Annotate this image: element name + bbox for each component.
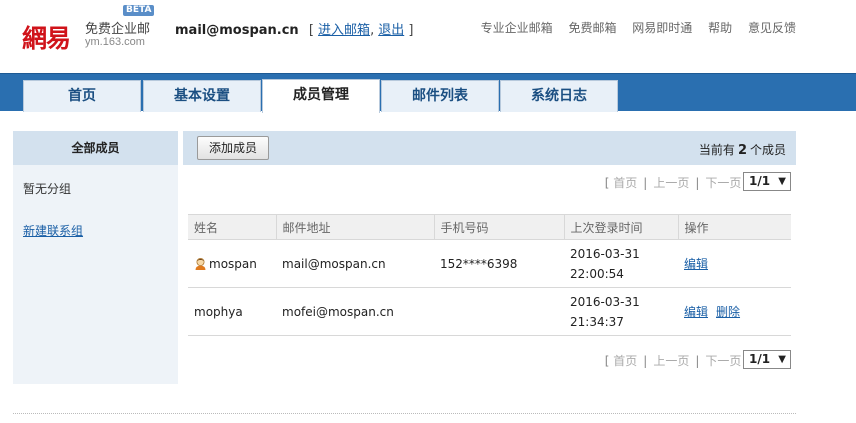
members-table: 姓名 邮件地址 手机号码 上次登录时间 操作 mospan mail@mospa… <box>188 214 791 336</box>
pager-first[interactable]: 首页 <box>613 176 637 190</box>
pager-sep: | <box>695 354 700 368</box>
account-bar: mail@mospan.cn [ 进入邮箱, 退出 ] <box>175 19 413 38</box>
toplink-im[interactable]: 网易即时通 <box>632 21 692 35</box>
count-prefix: 当前有 <box>698 143 735 157</box>
pager-bracket-open: [ <box>604 176 610 190</box>
beta-badge: BETA <box>123 5 155 16</box>
logout-link[interactable]: 退出 <box>378 23 404 38</box>
count-value: 2 <box>737 143 747 158</box>
login-time: 22:00:54 <box>570 266 624 281</box>
logo-mark: 網易 <box>22 24 71 53</box>
toplink-free-mail[interactable]: 免费邮箱 <box>568 21 616 35</box>
login-time: 21:34:37 <box>570 314 624 329</box>
member-count: 当前有 2 个成员 <box>699 141 786 158</box>
admin-user-icon <box>194 257 207 270</box>
account-email: mail@mospan.cn <box>175 23 299 38</box>
member-phone: 152****6398 <box>434 239 564 288</box>
tab-system-log[interactable]: 系统日志 <box>500 80 618 112</box>
logo[interactable]: 網易 BETA 免费企业邮 ym.163.com <box>22 5 162 53</box>
link-separator: , <box>370 23 375 38</box>
sidebar-no-group: 暂无分组 <box>23 182 72 196</box>
pager-sep: | <box>643 354 648 368</box>
table-row: mophya mofei@mospan.cn 2016-03-31 21:34:… <box>188 287 791 336</box>
col-name: 姓名 <box>188 214 277 240</box>
page-select-value: 1/1 <box>749 352 771 366</box>
delete-link[interactable]: 删除 <box>716 305 740 319</box>
bracket-open: [ <box>308 23 314 38</box>
dropdown-arrow-icon: ▼ <box>778 176 786 187</box>
member-toolbar: 添加成员 当前有 2 个成员 <box>183 131 796 165</box>
col-email: 邮件地址 <box>276 214 435 240</box>
col-actions: 操作 <box>678 214 791 240</box>
page-select-top[interactable]: 1/1 ▼ <box>743 172 791 191</box>
pager-next[interactable]: 下一页 <box>705 354 741 368</box>
member-email: mail@mospan.cn <box>276 239 434 288</box>
page-select-value: 1/1 <box>749 174 771 188</box>
dropdown-arrow-icon: ▼ <box>778 354 786 365</box>
member-actions: 编辑 删除 <box>678 287 791 336</box>
top-links: 专业企业邮箱 免费邮箱 网易即时通 帮助 意见反馈 <box>469 19 796 36</box>
pager-sep: | <box>643 176 648 190</box>
member-actions: 编辑 <box>678 239 791 288</box>
add-member-button[interactable]: 添加成员 <box>197 136 269 160</box>
member-name: mospan <box>209 256 257 271</box>
pager-first[interactable]: 首页 <box>613 354 637 368</box>
sidebar: 全部成员 暂无分组 新建联系组 <box>13 131 178 384</box>
tab-basic-settings[interactable]: 基本设置 <box>143 80 261 112</box>
edit-link[interactable]: 编辑 <box>684 257 708 271</box>
pager-prev[interactable]: 上一页 <box>653 176 689 190</box>
tab-home[interactable]: 首页 <box>23 80 141 112</box>
toplink-help[interactable]: 帮助 <box>708 21 732 35</box>
member-last-login: 2016-03-31 21:34:37 <box>564 287 678 336</box>
edit-link[interactable]: 编辑 <box>684 305 708 319</box>
toplink-feedback[interactable]: 意见反馈 <box>748 21 796 35</box>
pager-next[interactable]: 下一页 <box>705 176 741 190</box>
col-phone: 手机号码 <box>434 214 565 240</box>
footer-divider <box>13 413 796 414</box>
pager-sep: | <box>695 176 700 190</box>
login-date: 2016-03-31 <box>570 246 640 261</box>
tab-member-management[interactable]: 成员管理 <box>262 79 380 113</box>
count-suffix: 个成员 <box>749 143 786 157</box>
tab-mail-lists[interactable]: 邮件列表 <box>381 80 499 112</box>
member-last-login: 2016-03-31 22:00:54 <box>564 239 678 288</box>
page-select-bottom[interactable]: 1/1 ▼ <box>743 350 791 369</box>
bracket-close: ] <box>408 23 414 38</box>
new-contact-group-link[interactable]: 新建联系组 <box>23 222 83 239</box>
member-name-cell: mospan <box>188 239 276 288</box>
enter-mailbox-link[interactable]: 进入邮箱 <box>318 23 370 38</box>
pager-prev[interactable]: 上一页 <box>653 354 689 368</box>
toplink-pro-mail[interactable]: 专业企业邮箱 <box>481 21 553 35</box>
sidebar-all-members[interactable]: 全部成员 <box>13 131 178 165</box>
member-name: mophya <box>188 287 276 336</box>
logo-title: 免费企业邮 <box>85 22 151 37</box>
login-date: 2016-03-31 <box>570 294 640 309</box>
member-email: mofei@mospan.cn <box>276 287 434 336</box>
pager-bracket-open: [ <box>604 354 610 368</box>
col-last-login: 上次登录时间 <box>564 214 679 240</box>
member-phone <box>434 287 564 336</box>
table-header-row: 姓名 邮件地址 手机号码 上次登录时间 操作 <box>188 214 791 240</box>
main-nav: 首页 基本设置 成员管理 邮件列表 系统日志 <box>0 73 856 113</box>
logo-subtitle: ym.163.com <box>85 36 145 48</box>
table-row: mospan mail@mospan.cn 152****6398 2016-0… <box>188 239 791 288</box>
